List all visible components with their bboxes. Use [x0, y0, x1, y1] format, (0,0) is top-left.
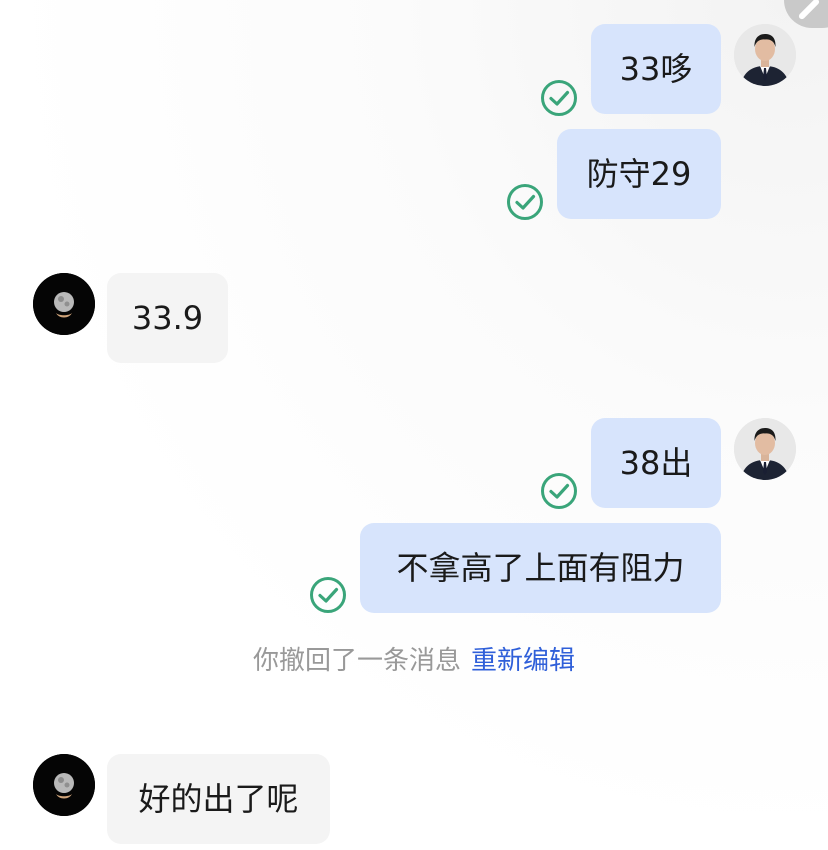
message-text: 防守29 [586, 155, 692, 193]
message-text: 好的出了呢 [138, 780, 299, 818]
scroll-handle[interactable] [784, 0, 828, 28]
message-text: 33哆 [619, 50, 693, 88]
message-text: 38出 [619, 444, 693, 482]
message-bubble[interactable]: 不拿高了上面有阻力 [360, 523, 721, 613]
message-bubble[interactable]: 33.9 [107, 273, 228, 363]
contact-avatar[interactable] [33, 754, 95, 816]
read-check-icon [310, 577, 346, 613]
read-check-icon [541, 80, 577, 116]
message-bubble[interactable]: 38出 [591, 418, 721, 508]
reedit-link[interactable]: 重新编辑 [471, 646, 575, 676]
my-avatar[interactable] [734, 418, 796, 480]
message-text: 33.9 [131, 299, 204, 337]
my-avatar[interactable] [734, 24, 796, 86]
message-bubble[interactable]: 33哆 [591, 24, 721, 114]
read-check-icon [507, 184, 543, 220]
contact-avatar[interactable] [33, 273, 95, 335]
message-bubble[interactable]: 好的出了呢 [107, 754, 330, 844]
message-bubble[interactable]: 防守29 [557, 129, 721, 219]
read-check-icon [541, 473, 577, 509]
message-text: 不拿高了上面有阻力 [396, 549, 685, 587]
chat-view[interactable]: 33哆 防守29 33.9 38出 不拿高了上面有阻力 你撤回了一条消息 重新编… [0, 0, 828, 850]
recall-text: 你撤回了一条消息 [252, 646, 461, 676]
recall-notice: 你撤回了一条消息 重新编辑 [0, 640, 828, 677]
